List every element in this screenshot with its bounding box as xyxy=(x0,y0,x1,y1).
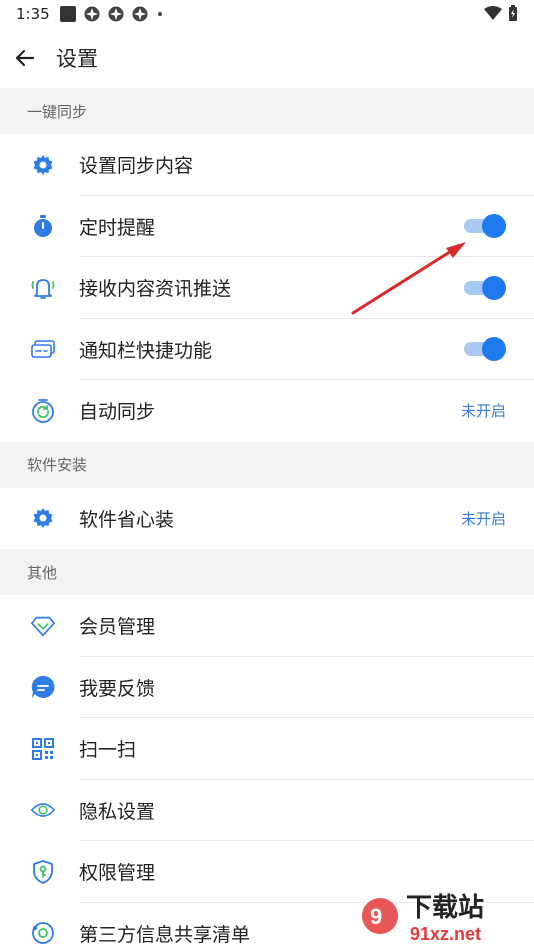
row-label: 我要反馈 xyxy=(79,677,156,700)
row-label: 软件省心装 xyxy=(79,508,175,531)
sync-icon xyxy=(30,398,56,424)
svg-text:91xz.net: 91xz.net xyxy=(410,924,481,944)
row-privacy[interactable]: 隐私设置 xyxy=(0,780,534,841)
row-membership[interactable]: 会员管理 xyxy=(0,595,534,657)
status-time: 1:35 xyxy=(16,5,50,23)
back-arrow-icon xyxy=(15,49,35,67)
timed-reminder-toggle[interactable] xyxy=(462,213,506,239)
page-title: 设置 xyxy=(56,47,98,71)
row-notification-shortcut[interactable]: 通知栏快捷功能 xyxy=(0,319,534,380)
svg-text:下载站: 下载站 xyxy=(406,893,484,923)
row-label: 扫一扫 xyxy=(79,739,137,762)
eye-icon xyxy=(30,797,56,823)
gear-icon xyxy=(30,505,56,531)
back-button[interactable] xyxy=(10,43,40,73)
battery-icon xyxy=(509,5,517,21)
shield-icon xyxy=(30,859,56,885)
row-content-push[interactable]: 接收内容资讯推送 xyxy=(0,257,534,319)
row-auto-sync[interactable]: 自动同步 未开启 xyxy=(0,380,534,442)
card-icon xyxy=(30,336,56,362)
notification-app-icon xyxy=(132,6,148,22)
app-header: 设置 xyxy=(0,28,534,88)
bell-icon xyxy=(30,275,56,301)
easy-install-status: 未开启 xyxy=(460,509,506,528)
row-timed-reminder[interactable]: 定时提醒 xyxy=(0,196,534,257)
row-label: 会员管理 xyxy=(79,616,156,639)
notification-shortcut-toggle[interactable] xyxy=(462,336,506,362)
watermark-logo: 9 下载站 91xz.net xyxy=(362,893,484,944)
notification-app-icon xyxy=(108,6,124,22)
row-label: 自动同步 xyxy=(79,401,156,424)
auto-sync-status: 未开启 xyxy=(460,402,506,421)
content-push-toggle[interactable] xyxy=(462,275,506,301)
row-easy-install[interactable]: 软件省心装 未开启 xyxy=(0,488,534,550)
gear-icon xyxy=(30,152,56,178)
section-header-sync: 一键同步 xyxy=(0,88,534,134)
row-scan[interactable]: 扫一扫 xyxy=(0,718,534,780)
notification-app-icon xyxy=(84,6,100,22)
row-label: 通知栏快捷功能 xyxy=(79,339,213,362)
stopwatch-icon xyxy=(30,213,56,239)
status-bar: 1:35 xyxy=(0,0,534,28)
row-label: 隐私设置 xyxy=(79,800,156,823)
share-icon xyxy=(30,920,56,946)
diamond-icon xyxy=(30,613,56,639)
qr-icon xyxy=(30,736,56,762)
row-feedback[interactable]: 我要反馈 xyxy=(0,657,534,718)
row-label: 接收内容资讯推送 xyxy=(79,278,232,301)
row-label: 权限管理 xyxy=(79,862,156,885)
row-label: 第三方信息共享清单 xyxy=(79,923,251,946)
row-sync-content[interactable]: 设置同步内容 xyxy=(0,134,534,196)
wifi-icon xyxy=(484,6,502,20)
row-label: 设置同步内容 xyxy=(79,155,194,178)
svg-text:9: 9 xyxy=(370,904,382,929)
row-label: 定时提醒 xyxy=(79,216,156,239)
notification-square-icon xyxy=(59,6,76,22)
section-header-install: 软件安装 xyxy=(0,441,534,488)
section-header-other: 其他 xyxy=(0,549,534,595)
more-notifications-dot xyxy=(157,12,162,16)
chat-icon xyxy=(30,674,56,700)
